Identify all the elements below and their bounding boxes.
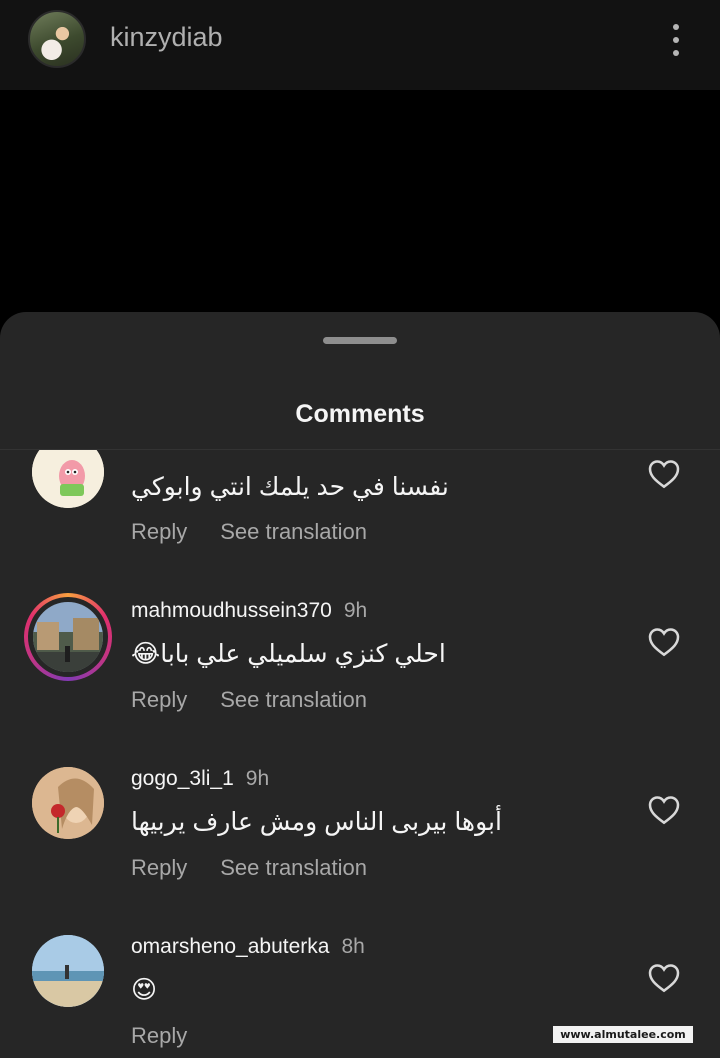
comment-list[interactable]: نفسنا في حد يلمك انتي وابوكي Reply See tr… xyxy=(0,450,720,1058)
comment-time: 8h xyxy=(341,935,365,958)
sheet-title: Comments xyxy=(295,400,425,428)
comment-text: احلي كنزي سلميلي علي بابا😂 xyxy=(131,640,446,668)
commenter-avatar[interactable] xyxy=(32,450,104,508)
see-translation-button[interactable]: See translation xyxy=(220,519,367,544)
comment-actions: Reply xyxy=(131,1023,220,1049)
comment-item: نفسنا في حد يلمك انتي وابوكي Reply See tr… xyxy=(0,450,720,568)
heart-icon[interactable] xyxy=(648,963,680,993)
heart-icon[interactable] xyxy=(648,627,680,657)
comment-meta: mahmoudhussein370 9h xyxy=(131,599,367,623)
girl-rose-image xyxy=(32,767,104,839)
comments-sheet: Comments نفسنا في حد يلمك انتي وابوكي Re… xyxy=(0,312,720,1058)
reply-button[interactable]: Reply xyxy=(131,855,187,880)
comment-username[interactable]: omarsheno_abuterka xyxy=(131,935,329,958)
beach-photo-image xyxy=(32,935,104,1007)
heart-icon[interactable] xyxy=(648,795,680,825)
drag-handle[interactable] xyxy=(323,337,397,344)
heart-icon[interactable] xyxy=(648,459,680,489)
see-translation-button[interactable]: See translation xyxy=(220,855,367,880)
comment-username[interactable]: gogo_3li_1 xyxy=(131,767,234,790)
comment-item: gogo_3li_1 9h أبوها بيربى الناس ومش عارف … xyxy=(0,736,720,904)
watermark: www.almutalee.com xyxy=(553,1026,693,1043)
commenter-avatar[interactable] xyxy=(32,767,104,839)
comment-text: 😍 xyxy=(131,976,158,1004)
see-translation-button[interactable]: See translation xyxy=(220,687,367,712)
comment-text: أبوها بيربى الناس ومش عارف يربيها xyxy=(131,808,502,836)
reply-button[interactable]: Reply xyxy=(131,687,187,712)
comment-username[interactable]: mahmoudhussein370 xyxy=(131,599,332,622)
more-vertical-icon[interactable] xyxy=(664,22,688,58)
comment-meta: gogo_3li_1 9h xyxy=(131,767,269,791)
street-photo-image xyxy=(33,602,103,672)
comment-item: mahmoudhussein370 9h احلي كنزي سلميلي علي… xyxy=(0,568,720,736)
comment-actions: Reply See translation xyxy=(131,855,367,881)
comment-actions: Reply See translation xyxy=(131,519,367,545)
patrick-avatar-image xyxy=(32,450,104,508)
comment-time: 9h xyxy=(343,599,368,622)
profile-avatar[interactable] xyxy=(28,10,86,68)
top-bar: kinzydiab xyxy=(0,0,720,90)
commenter-avatar[interactable] xyxy=(32,935,104,1007)
comment-text: نفسنا في حد يلمك انتي وابوكي xyxy=(131,473,449,501)
reply-button[interactable]: Reply xyxy=(131,1023,187,1048)
comment-meta: omarsheno_abuterka 8h xyxy=(131,935,365,959)
comment-time: 9h xyxy=(245,767,270,790)
post-media xyxy=(0,90,720,320)
comment-actions: Reply See translation xyxy=(131,687,367,713)
story-ring[interactable] xyxy=(24,593,112,681)
commenter-avatar xyxy=(33,602,103,672)
profile-username[interactable]: kinzydiab xyxy=(110,22,223,53)
reply-button[interactable]: Reply xyxy=(131,519,187,544)
